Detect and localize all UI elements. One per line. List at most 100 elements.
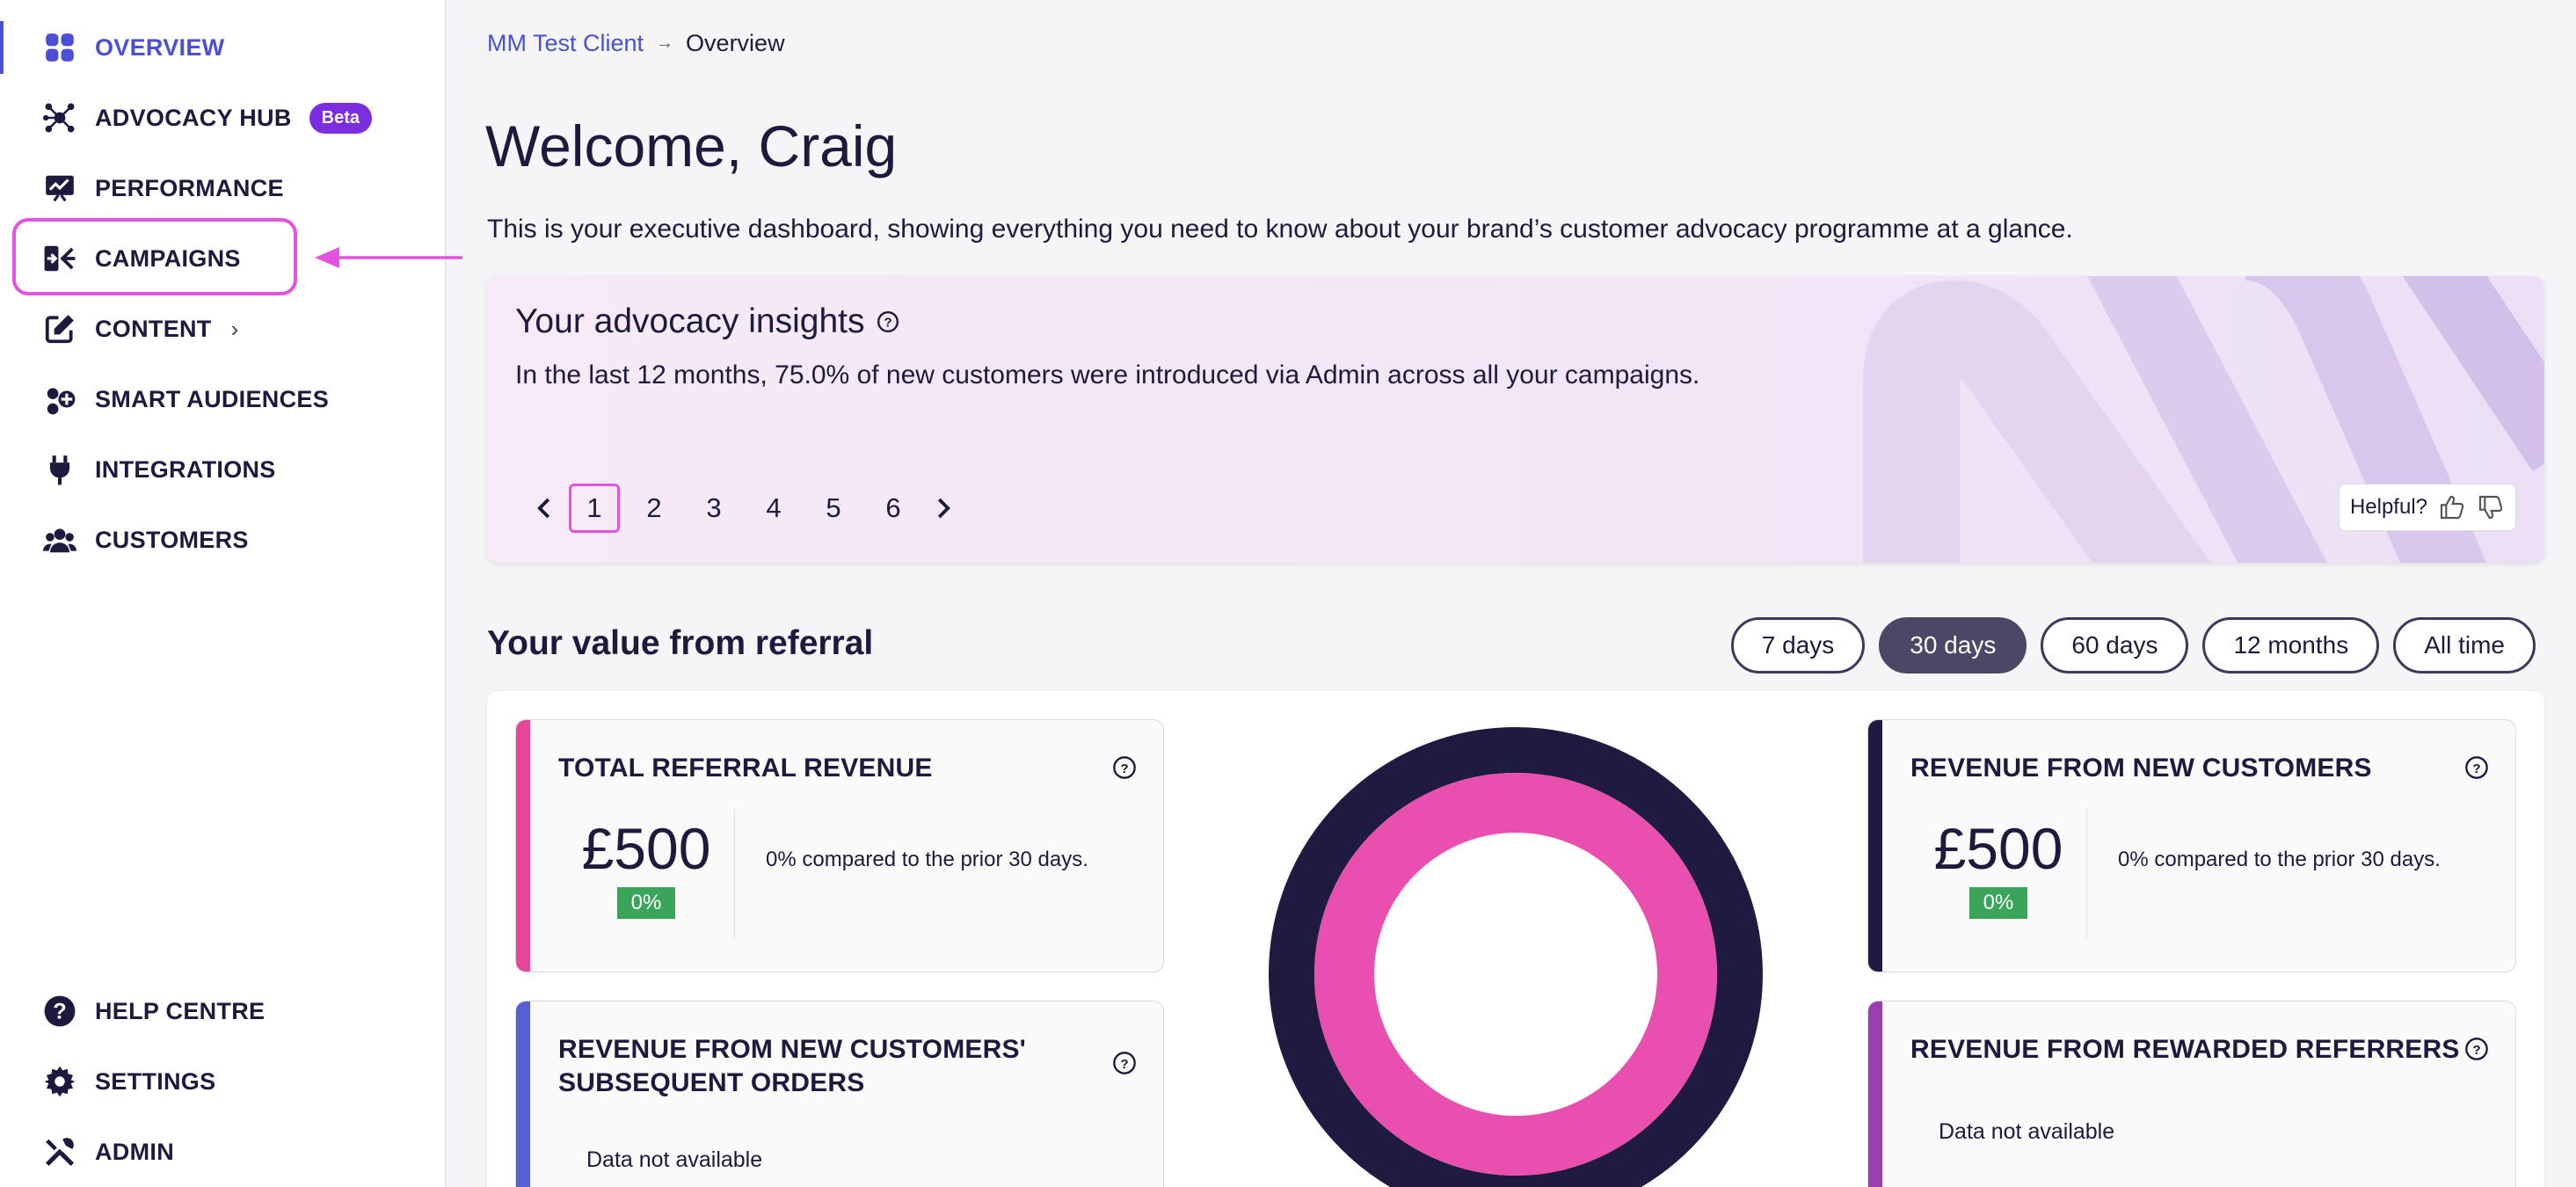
chevron-right-icon (937, 498, 950, 519)
data-not-available: Data not available (1939, 1119, 2115, 1144)
insights-title: Your advocacy insights ? (515, 302, 899, 341)
page-button-1[interactable]: 1 (569, 484, 620, 533)
metric: £500 0% (1910, 815, 2086, 919)
data-not-available: Data not available (586, 1147, 763, 1172)
sidebar-item-label: SETTINGS (95, 1067, 216, 1095)
sidebar-item-label: ADMIN (95, 1138, 174, 1165)
donut-hole (1375, 834, 1656, 1115)
date-range-selector: 7 days 30 days 60 days 12 months All tim… (1717, 617, 2536, 674)
sidebar-item-label: HELP CENTRE (95, 997, 266, 1024)
insights-title-text: Your advocacy insights (515, 302, 865, 340)
svg-text:?: ? (2472, 761, 2480, 776)
sidebar-item-label: ADVOCACY HUB (95, 104, 292, 131)
referral-value-panel: TOTAL REFERRAL REVENUE ? £500 0% 0% comp… (487, 691, 2544, 1187)
divider (734, 808, 735, 940)
grid-icon (42, 30, 77, 65)
range-7-days-button[interactable]: 7 days (1730, 617, 1866, 674)
insights-text: In the last 12 months, 75.0% of new cust… (515, 360, 1700, 390)
card-accent-bar (1868, 1001, 1882, 1187)
question-icon[interactable]: ? (877, 310, 899, 333)
card-title: REVENUE FROM NEW CUSTOMERS' SUBSEQUENT O… (558, 1033, 1026, 1100)
subsequent-orders-card: REVENUE FROM NEW CUSTOMERS' SUBSEQUENT O… (515, 1001, 1164, 1187)
svg-text:?: ? (1120, 761, 1128, 776)
audience-icon (42, 382, 77, 417)
helpful-label: Helpful? (2349, 495, 2427, 519)
helpful-feedback: Helpful? (2338, 484, 2516, 531)
sidebar-item-label: INTEGRATIONS (95, 455, 276, 483)
help-icon: ? (42, 994, 77, 1029)
page-button-5[interactable]: 5 (808, 484, 859, 533)
question-icon[interactable]: ? (2464, 755, 2489, 780)
sidebar-item-admin[interactable]: ADMIN (0, 1117, 447, 1187)
card-title: REVENUE FROM NEW CUSTOMERS (1910, 754, 2372, 783)
gear-icon (42, 1064, 77, 1099)
sidebar-item-label: SMART AUDIENCES (95, 385, 330, 412)
breadcrumb-client-link[interactable]: MM Test Client (487, 30, 644, 57)
total-referral-revenue-card: TOTAL REFERRAL REVENUE ? £500 0% 0% comp… (515, 719, 1164, 972)
sidebar-item-settings[interactable]: SETTINGS (0, 1046, 447, 1117)
chart-icon (42, 171, 77, 206)
sidebar-item-advocacy-hub[interactable]: ADVOCACY HUB Beta (0, 83, 447, 153)
range-12-months-button[interactable]: 12 months (2202, 617, 2380, 674)
card-title: REVENUE FROM REWARDED REFERRERS (1910, 1035, 2460, 1064)
card-accent-bar (516, 1001, 530, 1187)
sidebar-item-label: CONTENT (95, 315, 212, 342)
metric-change-badge: 0% (616, 887, 676, 919)
insights-card: Your advocacy insights ? In the last 12 … (487, 276, 2544, 563)
range-60-days-button[interactable]: 60 days (2041, 617, 2189, 674)
question-icon[interactable]: ? (2464, 1037, 2489, 1061)
edit-icon (42, 311, 77, 346)
card-title-line: REVENUE FROM NEW CUSTOMERS' (558, 1035, 1027, 1064)
sidebar-item-performance[interactable]: PERFORMANCE (0, 153, 447, 223)
sidebar-item-integrations[interactable]: INTEGRATIONS (0, 434, 447, 505)
sidebar-item-smart-audiences[interactable]: SMART AUDIENCES (0, 364, 447, 434)
revenue-donut-chart (1269, 727, 1763, 1187)
chevron-right-icon: › (230, 315, 239, 342)
thumbs-down-icon[interactable] (2477, 493, 2505, 521)
chevron-left-icon (537, 498, 550, 519)
page-button-3[interactable]: 3 (688, 484, 739, 533)
svg-text:?: ? (1120, 1057, 1128, 1072)
range-all-time-button[interactable]: All time (2393, 617, 2536, 674)
thumbs-up-icon[interactable] (2438, 493, 2466, 521)
annotation-arrow (315, 247, 462, 268)
metric-amount: £500 (581, 816, 711, 881)
insights-pager: 1 2 3 4 5 6 (526, 484, 962, 533)
network-icon (42, 100, 77, 135)
metric-change-badge: 0% (1968, 887, 2028, 919)
sidebar-item-content[interactable]: CONTENT › (0, 294, 447, 364)
svg-text:?: ? (884, 315, 892, 330)
sidebar-item-label: OVERVIEW (95, 33, 225, 61)
range-30-days-button[interactable]: 30 days (1879, 617, 2027, 674)
page-button-2[interactable]: 2 (629, 484, 680, 533)
tools-icon (42, 1134, 77, 1169)
page-intro: This is your executive dashboard, showin… (487, 215, 2073, 244)
sidebar-item-label: PERFORMANCE (95, 174, 284, 201)
previous-page-button[interactable] (526, 484, 564, 533)
comparison-text: 0% compared to the prior 30 days. (2118, 848, 2441, 871)
new-customers-revenue-card: REVENUE FROM NEW CUSTOMERS ? £500 0% 0% … (1867, 719, 2516, 972)
svg-text:?: ? (2472, 1043, 2480, 1058)
breadcrumb-current: Overview (686, 30, 785, 56)
metric-amount: £500 (1933, 816, 2063, 881)
sidebar-item-label: CUSTOMERS (95, 526, 249, 553)
page-button-6[interactable]: 6 (868, 484, 919, 533)
card-accent-bar (1868, 720, 1882, 972)
card-accent-bar (516, 720, 530, 972)
campaigns-highlight (12, 218, 297, 295)
sidebar: OVERVIEW ADVOCACY HUB Beta PERFORMANCE C… (0, 0, 462, 1187)
question-icon[interactable]: ? (1112, 755, 1137, 780)
sidebar-item-overview[interactable]: OVERVIEW (0, 12, 447, 83)
divider (2086, 808, 2087, 940)
card-title: TOTAL REFERRAL REVENUE (558, 754, 933, 783)
beta-badge: Beta (309, 102, 372, 134)
sidebar-item-customers[interactable]: CUSTOMERS (0, 505, 447, 575)
metric: £500 0% (558, 815, 734, 919)
next-page-button[interactable] (923, 484, 962, 533)
plug-icon (42, 452, 77, 487)
sidebar-item-help-centre[interactable]: ? HELP CENTRE (0, 976, 447, 1046)
question-icon[interactable]: ? (1112, 1051, 1137, 1075)
rewarded-referrers-card: REVENUE FROM REWARDED REFERRERS ? Data n… (1867, 1001, 2516, 1187)
breadcrumb: MM Test Client → Overview (487, 30, 785, 57)
page-button-4[interactable]: 4 (748, 484, 799, 533)
